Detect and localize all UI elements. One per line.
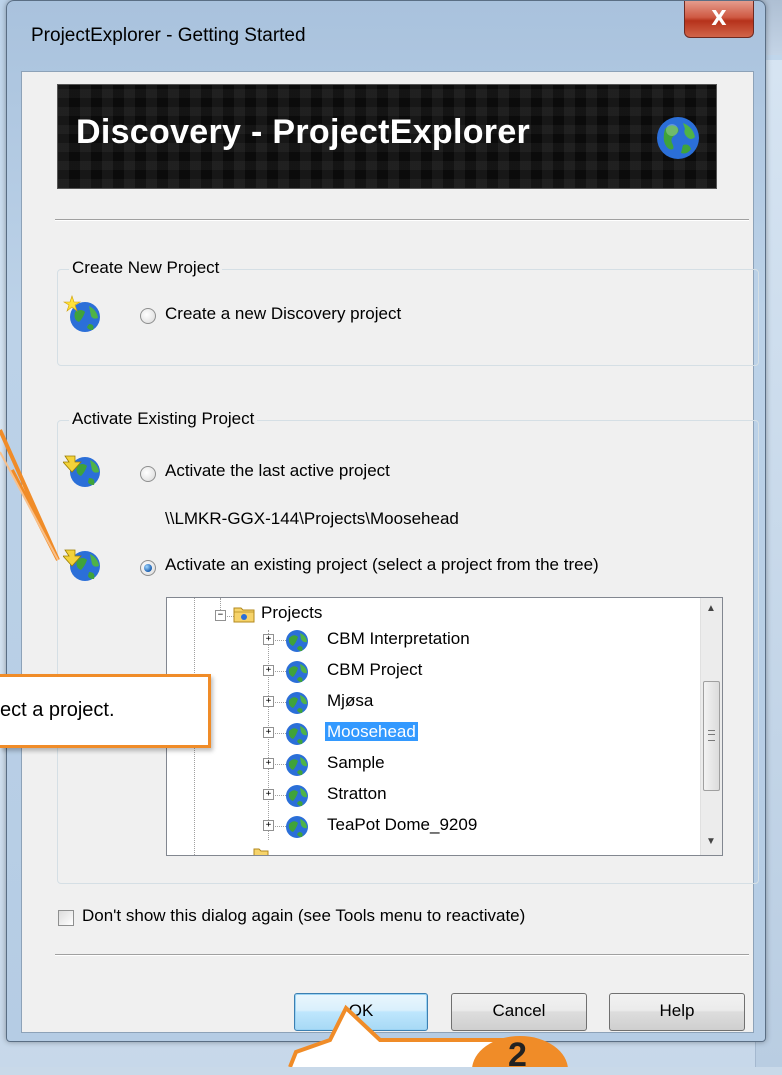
create-new-project-radio[interactable]	[140, 308, 156, 324]
create-new-project-group	[57, 269, 759, 366]
activate-last-project-label[interactable]: Activate the last active project	[165, 461, 390, 481]
tree-expander[interactable]: +	[263, 727, 274, 738]
scroll-down-arrow-icon[interactable]: ▼	[706, 836, 716, 847]
tree-expander[interactable]: +	[263, 634, 274, 645]
activate-existing-project-label[interactable]: Activate an existing project (select a p…	[165, 555, 599, 575]
scrollbar-thumb[interactable]	[703, 681, 720, 791]
banner-separator	[55, 219, 749, 221]
getting-started-dialog: ProjectExplorer - Getting Started X Disc…	[6, 0, 766, 1042]
tree-expander[interactable]: +	[263, 696, 274, 707]
last-active-project-path: \\LMKR-GGX-144\Projects\Moosehead	[165, 509, 459, 528]
activate-existing-project-radio[interactable]	[140, 560, 156, 576]
activate-existing-project-label: Activate Existing Project	[69, 409, 258, 429]
tree-expander[interactable]: +	[263, 789, 274, 800]
partial-folder-icon	[253, 848, 269, 855]
tree-expander[interactable]: +	[263, 820, 274, 831]
tree-expander[interactable]: +	[263, 665, 274, 676]
globe-logo-icon	[657, 117, 699, 159]
projects-collapse-expander[interactable]: −	[215, 610, 226, 621]
globe-icon	[286, 630, 308, 652]
close-icon: X	[711, 6, 727, 30]
globe-icon	[286, 661, 308, 683]
dialog-title: ProjectExplorer - Getting Started	[31, 25, 306, 46]
dialog-titlebar[interactable]: ProjectExplorer - Getting Started X	[7, 1, 765, 71]
dont-show-again-checkbox[interactable]	[58, 910, 74, 926]
tree-vertical-scrollbar[interactable]: ▲ ▼	[700, 598, 722, 855]
scroll-up-arrow-icon[interactable]: ▲	[706, 603, 716, 614]
activate-existing-globe-icon	[63, 549, 100, 581]
close-button[interactable]: X	[684, 1, 754, 38]
tree-expander[interactable]: +	[263, 758, 274, 769]
new-project-globe-icon	[63, 295, 100, 332]
create-new-project-label: Create New Project	[69, 258, 223, 278]
select-project-callout-text: ect a project.	[0, 699, 115, 721]
activate-last-project-radio[interactable]	[140, 466, 156, 482]
tree-node-projects[interactable]: Projects	[261, 602, 322, 624]
globe-icon	[286, 816, 308, 838]
dont-show-again-label[interactable]: Don't show this dialog again (see Tools …	[82, 906, 525, 926]
activate-last-globe-icon	[63, 455, 100, 487]
discovery-banner: Discovery - ProjectExplorer	[57, 84, 717, 189]
project-tree[interactable]: − Projects + CBM Interpretation + CBM Pr…	[166, 597, 723, 856]
cancel-button[interactable]: Cancel	[451, 993, 587, 1031]
ok-button[interactable]: OK	[294, 993, 428, 1031]
select-project-callout: ect a project.	[0, 674, 211, 748]
dialog-client-area: Discovery - ProjectExplorer Create New P…	[21, 71, 759, 1033]
help-button[interactable]: Help	[609, 993, 745, 1031]
banner-title: Discovery - ProjectExplorer	[76, 113, 531, 151]
globe-icon	[286, 785, 308, 807]
globe-icon	[286, 754, 308, 776]
globe-icon	[286, 692, 308, 714]
create-new-project-option-label[interactable]: Create a new Discovery project	[165, 304, 401, 324]
step-number: 2	[508, 1036, 527, 1074]
buttons-separator	[55, 954, 749, 956]
folder-icon	[233, 607, 255, 623]
globe-icon	[286, 723, 308, 745]
